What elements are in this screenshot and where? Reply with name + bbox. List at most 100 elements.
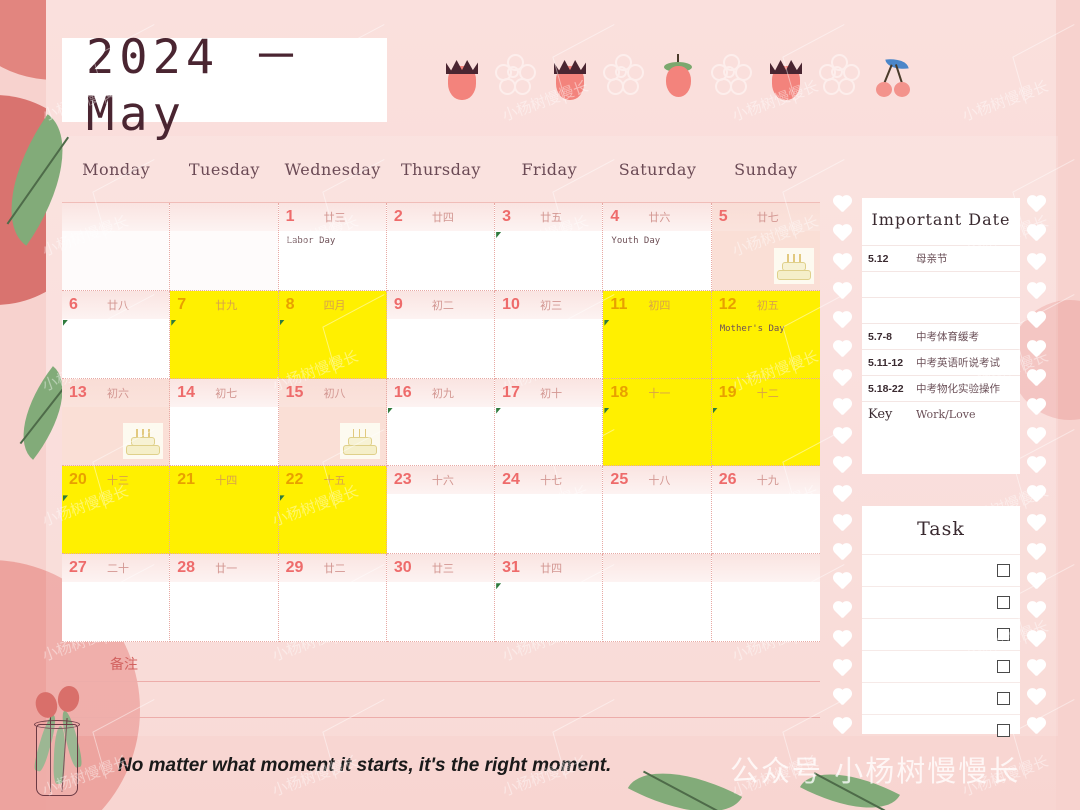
important-date-row[interactable]: Key Work/Love (862, 401, 1020, 427)
task-checkbox[interactable] (997, 596, 1010, 609)
flower-icon (818, 52, 862, 100)
lunar-date: 廿三 (323, 211, 346, 224)
corner-marker-icon (604, 319, 610, 326)
day-header: 3 廿五 (495, 203, 603, 231)
important-date-row[interactable]: 5.11-12 中考英语听说考试 (862, 349, 1020, 375)
birthday-cake-icon (339, 423, 380, 460)
heart-icon (1026, 341, 1046, 359)
important-date-text: Work/Love (916, 408, 976, 421)
lunar-date: 十三 (107, 474, 129, 488)
calendar-day-22[interactable]: 22 十五 (278, 466, 387, 555)
day-header: 7 廿九 (170, 290, 278, 319)
calendar-day-empty[interactable] (603, 554, 712, 642)
task-checkbox[interactable] (997, 628, 1010, 641)
calendar-day-14[interactable]: 14 初七 (170, 378, 279, 467)
task-row[interactable] (862, 618, 1020, 650)
day-header: 19 十二 (711, 378, 820, 407)
day-header: 6 廿八 (62, 290, 170, 319)
calendar-day-24[interactable]: 24 十七 (495, 466, 604, 555)
lunar-date: 十一 (648, 386, 671, 400)
day-number: 4 (610, 208, 620, 225)
calendar-day-30[interactable]: 30 廿三 (386, 554, 496, 642)
lunar-date: 十九 (756, 474, 779, 488)
task-checkbox[interactable] (997, 692, 1010, 705)
calendar-day-23[interactable]: 23 十六 (386, 466, 496, 555)
notes-line[interactable]: 备注 (62, 646, 820, 682)
notes-line[interactable] (62, 682, 820, 718)
corner-marker-icon (496, 232, 502, 238)
calendar-day-empty[interactable] (170, 203, 279, 291)
calendar-day-6[interactable]: 6 廿八 (62, 290, 171, 379)
lunar-date: 二十 (107, 562, 129, 576)
calendar-day-4[interactable]: 4 廿六 Youth Day (603, 203, 712, 291)
day-number: 31 (502, 559, 520, 577)
cherry-icon (872, 52, 916, 100)
calendar-day-25[interactable]: 25 十八 (603, 466, 712, 555)
weekday-header: Monday Tuesday Wednesday Thursday Friday… (62, 160, 820, 179)
corner-marker-icon (279, 319, 285, 326)
day-number: 3 (502, 208, 512, 225)
calendar-day-7[interactable]: 7 廿九 (170, 290, 279, 379)
calendar-day-16[interactable]: 16 初九 (386, 378, 496, 467)
task-row[interactable] (862, 682, 1020, 714)
day-header: 5 廿七 (711, 203, 820, 231)
calendar-day-12[interactable]: 12 初五 Mother's Day (711, 290, 820, 379)
task-row[interactable] (862, 714, 1020, 746)
calendar-day-3[interactable]: 3 廿五 (495, 203, 604, 291)
important-date-row[interactable] (862, 297, 1020, 323)
day-number: 27 (69, 559, 87, 577)
day-header: 4 廿六 (603, 203, 711, 231)
day-header: 25 十八 (603, 466, 711, 495)
calendar-day-2[interactable]: 2 廿四 (386, 203, 496, 291)
calendar-day-31[interactable]: 31 廿四 (495, 554, 604, 642)
calendar-day-18[interactable]: 18 十一 (603, 378, 712, 467)
calendar-day-20[interactable]: 20 十三 (62, 466, 171, 555)
calendar-day-13[interactable]: 13 初六 (62, 378, 171, 467)
calendar-day-29[interactable]: 29 廿二 (278, 554, 387, 642)
birthday-cake-icon (123, 423, 164, 460)
calendar-day-19[interactable]: 19 十二 (711, 378, 820, 467)
calendar-day-15[interactable]: 15 初八 (278, 378, 387, 467)
calendar-day-empty[interactable] (711, 554, 820, 642)
important-date-row[interactable]: 5.12 母亲节 (862, 245, 1020, 271)
day-header: 10 初三 (495, 290, 603, 319)
day-number: 10 (502, 295, 520, 313)
task-row[interactable] (862, 586, 1020, 618)
important-date-row[interactable]: 5.18-22 中考物化实验操作 (862, 375, 1020, 401)
lunar-date: 初八 (323, 386, 346, 400)
heart-icon (1026, 631, 1046, 649)
calendar-day-5[interactable]: 5 廿七 (711, 203, 820, 291)
calendar-day-empty[interactable] (62, 203, 171, 291)
heart-icon (1026, 428, 1046, 446)
calendar-day-28[interactable]: 28 廿一 (170, 554, 279, 642)
calendar-day-10[interactable]: 10 初三 (495, 290, 604, 379)
calendar-day-8[interactable]: 8 四月 (278, 290, 387, 379)
calendar-day-1[interactable]: 1 廿三 Labor Day (278, 203, 387, 291)
watermark-brand: 公众号 小杨树慢慢长 (730, 754, 1021, 788)
day-number: 14 (177, 383, 196, 401)
lunar-date: 初七 (215, 386, 238, 400)
important-date-value: 5.18-22 (868, 382, 904, 395)
heart-icon (1026, 660, 1046, 678)
task-checkbox[interactable] (997, 564, 1010, 577)
task-checkbox[interactable] (997, 724, 1010, 737)
heart-icon (832, 196, 852, 214)
lunar-date: 廿一 (215, 562, 238, 576)
important-date-row[interactable] (862, 271, 1020, 297)
corner-marker-icon (387, 407, 393, 414)
calendar-day-17[interactable]: 17 初十 (495, 378, 604, 467)
calendar-day-21[interactable]: 21 十四 (170, 466, 279, 555)
weekday-wednesday: Wednesday (284, 160, 381, 179)
heart-icon (1026, 486, 1046, 504)
lunar-date: 廿八 (107, 298, 129, 312)
calendar-day-11[interactable]: 11 初四 (603, 290, 712, 379)
calendar-day-9[interactable]: 9 初二 (386, 290, 496, 379)
important-date-row[interactable]: 5.7-8 中考体育缓考 (862, 323, 1020, 349)
calendar-day-26[interactable]: 26 十九 (711, 466, 820, 555)
day-header: 18 十一 (603, 378, 711, 407)
task-row[interactable] (862, 554, 1020, 586)
calendar-day-27[interactable]: 27 二十 (62, 554, 171, 642)
task-checkbox[interactable] (997, 660, 1010, 673)
weekday-friday: Friday (521, 160, 578, 179)
task-row[interactable] (862, 650, 1020, 682)
